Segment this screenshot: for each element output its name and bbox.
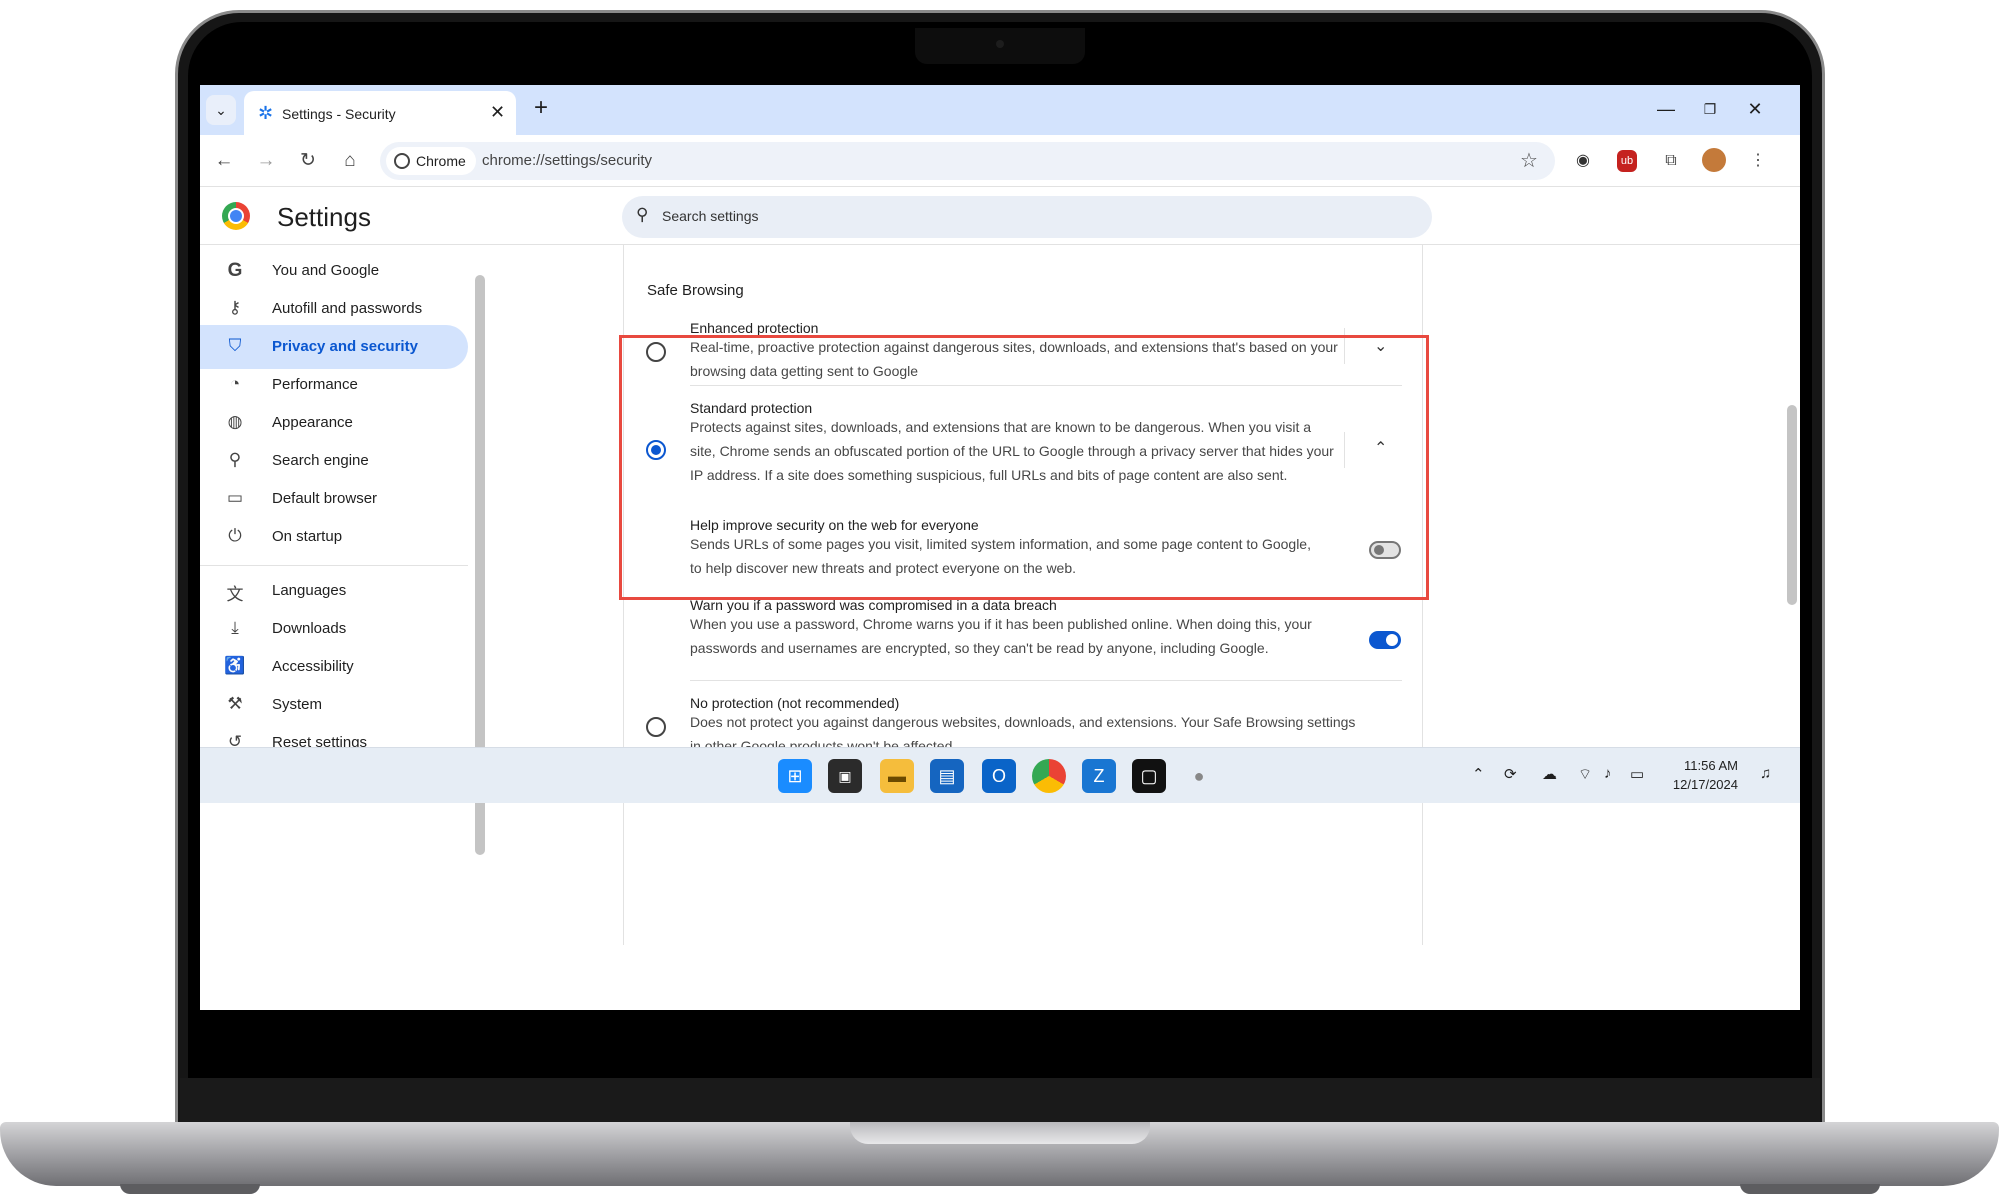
sidebar-item-label: Autofill and passwords: [272, 300, 423, 317]
chrome-taskbar-icon[interactable]: [1032, 759, 1066, 793]
sidebar-item-label: Performance: [272, 376, 358, 393]
clock-time: 11:56 AM: [1684, 758, 1738, 773]
sidebar-item-label: On startup: [272, 528, 343, 545]
notification-bell-icon[interactable]: ♫: [1760, 765, 1771, 782]
task-view-icon[interactable]: ▣: [828, 759, 862, 793]
divider: [690, 680, 1402, 681]
search-input[interactable]: ⚲ Search settings: [622, 196, 1432, 238]
address-bar[interactable]: Chrome chrome://settings/security ☆: [380, 142, 1555, 180]
windows-start-icon[interactable]: ⊞: [778, 759, 812, 793]
chrome-icon: [394, 153, 410, 169]
ublock-shield-icon[interactable]: ub: [1617, 150, 1637, 172]
forward-button[interactable]: →: [252, 147, 280, 175]
bookmark-star-icon[interactable]: ☆: [1520, 148, 1538, 173]
taskbar-clock[interactable]: 11:56 AM 12/17/2024: [1670, 756, 1738, 794]
clock-date: 12/17/2024: [1672, 777, 1738, 792]
sidebar-divider: [200, 565, 468, 566]
download-icon: ⤓: [231, 618, 239, 637]
minimize-button[interactable]: —: [1646, 94, 1686, 124]
search-icon: ⚲: [228, 450, 242, 469]
new-tab-button[interactable]: +: [526, 94, 556, 122]
back-button[interactable]: ←: [210, 147, 238, 175]
tab-settings-security[interactable]: ✲ Settings - Security ✕: [244, 91, 516, 135]
store-icon[interactable]: ▤: [930, 759, 964, 793]
more-menu-icon[interactable]: ⋮: [1745, 148, 1771, 174]
section-heading: Safe Browsing: [647, 282, 744, 299]
site-info-chip[interactable]: Chrome: [386, 147, 476, 175]
option-title: No protection (not recommended): [690, 695, 900, 711]
highlight-box: [619, 335, 1429, 600]
browser-toolbar: ← → ↻ ⌂ Chrome chrome://settings/securit…: [200, 135, 1800, 187]
palette-icon: ◍: [227, 412, 243, 431]
laptop-chin: [180, 1078, 1820, 1122]
laptop-foot-right: [1740, 1184, 1880, 1194]
settings-header: Settings ⚲ Search settings: [200, 188, 1800, 245]
key-icon: ⚷: [228, 298, 242, 317]
apple-icon[interactable]: ●: [1182, 759, 1216, 793]
wifi-icon[interactable]: ⌔: [1578, 765, 1592, 784]
sidebar-item-label: Languages: [272, 582, 347, 599]
search-icon: ⚲: [636, 205, 649, 224]
sidebar-item-label: System: [272, 696, 323, 713]
chip-label: Chrome: [416, 153, 466, 169]
sidebar-item-label: You and Google: [272, 262, 380, 279]
close-icon[interactable]: ✕: [490, 102, 505, 123]
shield-icon: ⛉: [228, 336, 242, 355]
option-title: Enhanced protection: [690, 320, 819, 336]
extensions-puzzle-icon[interactable]: ⧉: [1658, 148, 1684, 174]
laptop-foot-left: [120, 1184, 260, 1194]
sync-icon[interactable]: ⟳: [1504, 765, 1517, 783]
app-icon[interactable]: ▢: [1132, 759, 1166, 793]
chevron-up-icon[interactable]: ⌃: [1472, 765, 1485, 783]
sidebar-item-label: Default browser: [272, 490, 378, 507]
file-explorer-icon[interactable]: ▬: [880, 759, 914, 793]
zoom-icon[interactable]: Z: [1082, 759, 1116, 793]
avatar[interactable]: [1702, 148, 1726, 172]
translate-icon: 文: [226, 585, 244, 604]
sidebar-item-label: Appearance: [272, 414, 353, 431]
chrome-logo-icon: [222, 202, 250, 230]
speedometer-icon: ◔: [229, 374, 241, 393]
sidebar-item-label: Privacy and security: [272, 338, 418, 355]
warn-password-toggle[interactable]: [1369, 631, 1401, 649]
cloud-icon[interactable]: ☁: [1542, 765, 1557, 783]
restore-button[interactable]: ❐: [1690, 94, 1730, 124]
sidebar-item-label: Accessibility: [272, 658, 354, 675]
page-scrollbar-thumb[interactable]: [1787, 405, 1797, 605]
power-icon: ⏻: [228, 526, 242, 545]
tab-strip: ⌄ ✲ Settings - Security ✕ + — ❐ ✕: [200, 85, 1800, 135]
volume-icon[interactable]: ♪: [1604, 765, 1612, 782]
sidebar-item-label: Search engine: [272, 452, 369, 469]
window-close-button[interactable]: ✕: [1735, 94, 1775, 124]
laptop-frame: ⌄ ✲ Settings - Security ✕ + — ❐ ✕ ← → ↻ …: [0, 0, 1999, 1200]
page-title: Settings: [277, 202, 371, 232]
outlook-icon[interactable]: O: [982, 759, 1016, 793]
battery-icon[interactable]: ▭: [1630, 765, 1644, 783]
windows-taskbar: ⊞ ▣ ▬ ▤ O Z ▢ ● ⌃ ⟳ ☁ ⌔ ♪ ▭ 11:56 AM 12/…: [200, 747, 1800, 803]
option-description: When you use a password, Chrome warns yo…: [690, 616, 1312, 656]
reload-button[interactable]: ↻: [294, 147, 322, 175]
wrench-icon: ⚒: [227, 694, 243, 713]
no-protection-radio[interactable]: [646, 717, 666, 737]
tab-search-button[interactable]: ⌄: [206, 95, 236, 125]
url-text[interactable]: chrome://settings/security: [482, 152, 652, 169]
screen: ⌄ ✲ Settings - Security ✕ + — ❐ ✕ ← → ↻ …: [200, 85, 1800, 1010]
chevron-down-icon: ⌄: [215, 102, 227, 118]
google-g-icon: G: [227, 260, 243, 281]
browser-window-icon: ▭: [226, 488, 244, 507]
camera-icon: [996, 40, 1004, 48]
home-button[interactable]: ⌂: [336, 147, 364, 175]
sidebar-item-label: Downloads: [272, 620, 347, 637]
gear-icon: ✲: [258, 103, 274, 123]
tab-title: Settings - Security: [282, 106, 396, 122]
accessibility-icon: ♿: [224, 656, 246, 675]
sidebar-item-on-startup[interactable]: ⏻ On startup: [200, 515, 468, 559]
incognito-extension-icon[interactable]: ◉: [1570, 148, 1596, 174]
search-placeholder: Search settings: [662, 208, 759, 224]
settings-sidebar: G You and Google ⚷ Autofill and passwords …: [200, 245, 478, 925]
laptop-opening-lip: [850, 1122, 1150, 1144]
